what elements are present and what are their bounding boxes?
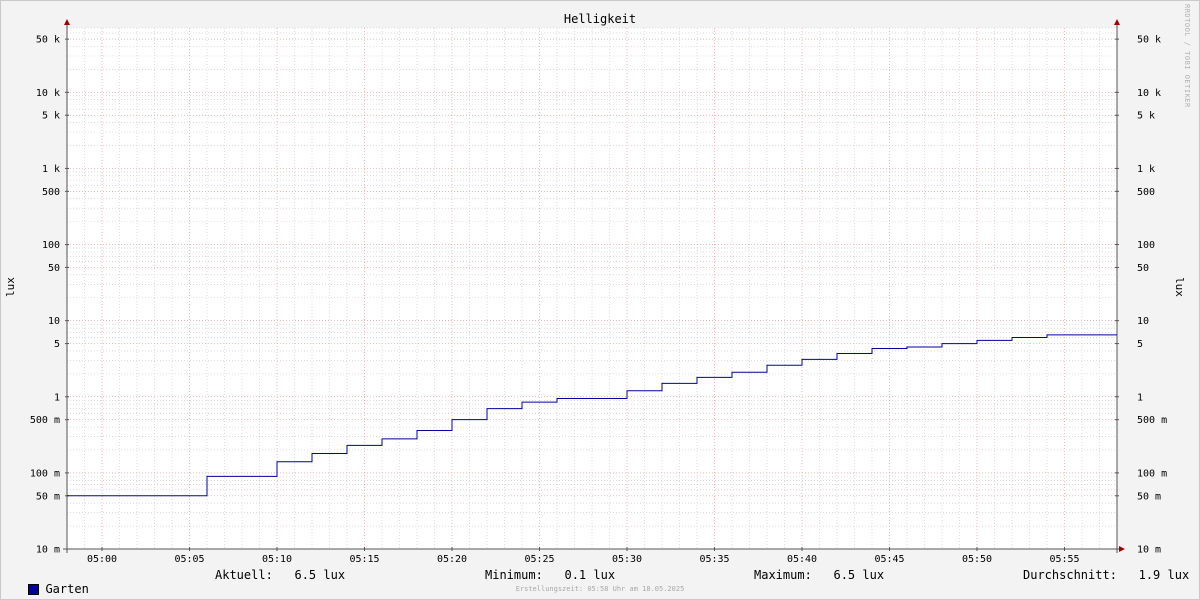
y-axis-arrow-left [64, 19, 70, 25]
legend-minimum: Minimum: 0.1 lux [485, 568, 616, 582]
y-tick-label-left: 100 m [30, 468, 60, 479]
x-tick-label: 05:25 [524, 554, 554, 565]
y-tick-label-left: 100 [42, 240, 60, 251]
y-tick-label-left: 5 [54, 339, 60, 350]
footer-timestamp: Erstellungszeit: 05:58 Uhr am 18.05.2025 [515, 585, 685, 593]
y-tick-label-right: 10 m [1137, 545, 1161, 556]
y-tick-label-left: 50 k [36, 35, 60, 46]
y-tick-label-right: 50 [1137, 263, 1149, 274]
y-tick-label-right: 100 [1137, 240, 1155, 251]
x-tick-label: 05:15 [349, 554, 379, 565]
x-tick-label: 05:30 [612, 554, 642, 565]
y-tick-label-left: 1 [54, 392, 60, 403]
legend-maximum: Maximum: 6.5 lux [754, 568, 885, 582]
x-tick-label: 05:00 [87, 554, 117, 565]
y-tick-label-left: 500 [42, 187, 60, 198]
y-tick-label-left: 10 m [36, 545, 60, 556]
y-tick-label-left: 5 k [42, 111, 60, 122]
y-tick-label-right: 50 m [1137, 491, 1161, 502]
y-tick-label-right: 10 [1137, 316, 1149, 327]
x-tick-label: 05:50 [962, 554, 992, 565]
y-tick-label-right: 5 k [1137, 111, 1155, 122]
y-axis-label-right: lux [1173, 277, 1186, 297]
y-tick-label-left: 50 m [36, 491, 60, 502]
y-axis-arrow-right [1114, 19, 1120, 25]
watermark: RRDTOOL / TOBI OETIKER [1183, 4, 1191, 108]
y-tick-label-right: 1 k [1137, 164, 1155, 175]
y-tick-label-right: 5 [1137, 339, 1143, 350]
y-tick-label-right: 500 [1137, 187, 1155, 198]
x-tick-label: 05:55 [1049, 554, 1079, 565]
x-tick-label: 05:35 [699, 554, 729, 565]
chart-title: Helligkeit [564, 12, 636, 26]
y-tick-label-right: 100 m [1137, 468, 1167, 479]
legend-durchschnitt: Durchschnitt: 1.9 lux [1023, 568, 1190, 582]
x-axis-arrow [1119, 546, 1125, 552]
x-tick-label: 05:05 [174, 554, 204, 565]
y-tick-label-left: 500 m [30, 415, 60, 426]
y-axis-label-left: lux [4, 277, 17, 297]
legend-aktuell: Aktuell: 6.5 lux [215, 568, 346, 582]
y-tick-label-left: 50 [48, 263, 60, 274]
y-tick-label-right: 10 k [1137, 88, 1161, 99]
x-tick-label: 05:20 [437, 554, 467, 565]
y-tick-label-left: 10 k [36, 88, 60, 99]
x-tick-label: 05:45 [874, 554, 904, 565]
y-tick-label-right: 50 k [1137, 35, 1161, 46]
x-tick-label: 05:40 [787, 554, 817, 565]
y-tick-label-right: 1 [1137, 392, 1143, 403]
y-tick-label-right: 500 m [1137, 415, 1167, 426]
chart-svg: 10 m 10 m 50 m 50 m 100 m 100 m 500 m 500 m 1 1 5 5… [4, 12, 1186, 565]
x-tick-label: 05:10 [262, 554, 292, 565]
y-tick-label-left: 10 [48, 316, 60, 327]
y-tick-label-left: 1 k [42, 164, 60, 175]
